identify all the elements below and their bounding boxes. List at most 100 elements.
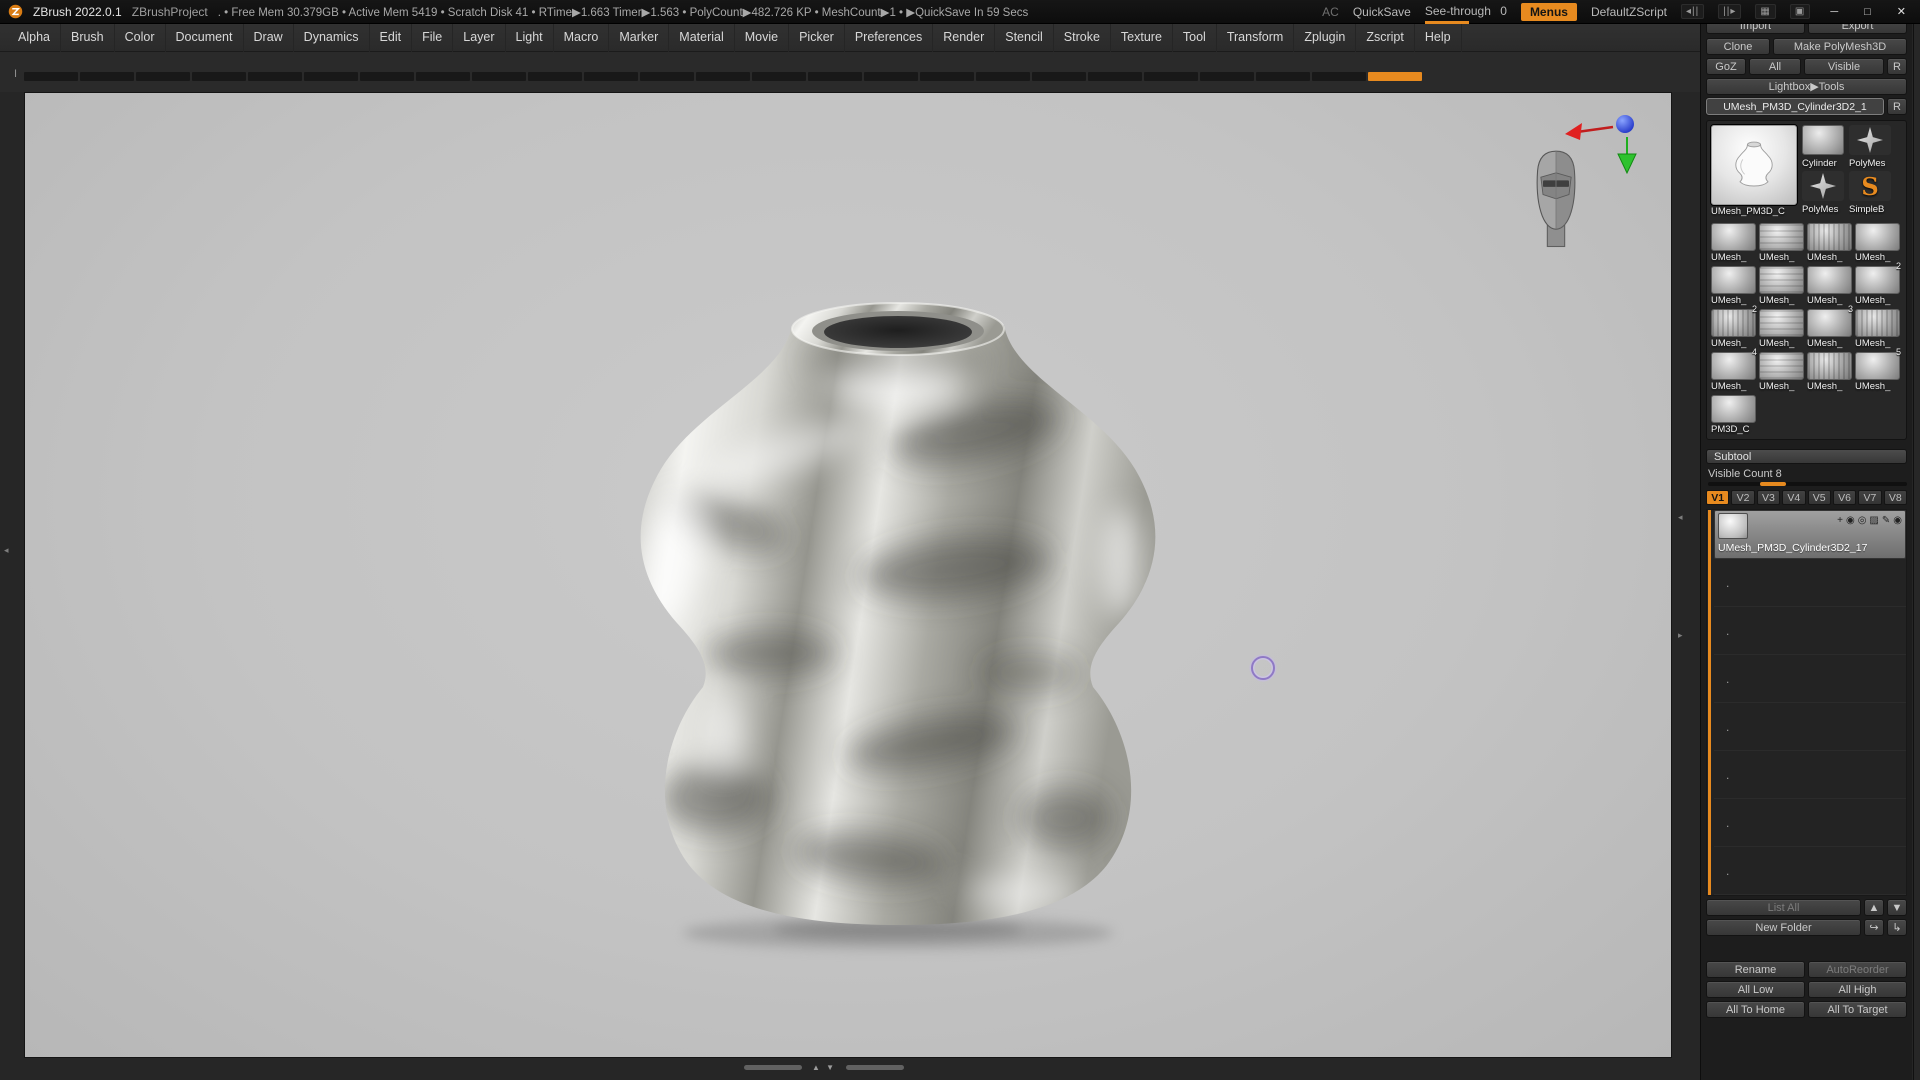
tab-segment[interactable] [1144,72,1198,81]
scrollbar-right-handle[interactable] [846,1065,905,1070]
subtool-empty-slot[interactable]: . [1714,655,1906,703]
subtool-move-down-button[interactable]: ▼ [1887,899,1907,916]
goz-all-button[interactable]: All [1749,58,1801,75]
visibility-eye-icon[interactable]: ◎ [1858,515,1867,527]
menu-item-zplugin[interactable]: Zplugin [1294,24,1357,52]
see-through-slider[interactable]: See-through 0 [1424,4,1507,24]
menu-item-render[interactable]: Render [933,24,996,52]
eye-icon[interactable]: ◉ [1893,515,1902,527]
tab-segment[interactable] [920,72,974,81]
current-tool-r-button[interactable]: R [1887,98,1907,115]
minimize-button[interactable]: ─ [1824,5,1844,19]
menu-item-movie[interactable]: Movie [735,24,790,52]
tool-thumbnail[interactable]: 5 UMesh_ [1855,347,1901,392]
canvas-3d-viewport[interactable] [24,92,1672,1058]
folder-move-into-icon[interactable]: ↳ [1887,919,1907,936]
tool-thumbnail[interactable]: UMesh_ [1807,223,1852,263]
goz-r-button[interactable]: R [1887,58,1907,75]
tab-segment[interactable] [1032,72,1086,81]
rename-button[interactable]: Rename [1706,961,1805,978]
subtool-tab-v5[interactable]: V5 [1807,490,1831,505]
clone-button[interactable]: Clone [1706,38,1770,55]
tab-segment[interactable] [976,72,1030,81]
subtool-empty-slot[interactable]: . [1714,607,1906,655]
subtool-empty-slot[interactable]: . [1714,751,1906,799]
maximize-button[interactable]: □ [1858,5,1877,19]
all-to-target-button[interactable]: All To Target [1808,1001,1907,1018]
tab-segment[interactable] [640,72,694,81]
menu-item-tool[interactable]: Tool [1173,24,1217,52]
menu-item-color[interactable]: Color [115,24,166,52]
menu-item-draw[interactable]: Draw [244,24,294,52]
tab-segment[interactable] [1256,72,1310,81]
all-low-button[interactable]: All Low [1706,981,1805,998]
current-tool-name[interactable]: UMesh_PM3D_Cylinder3D2_1 [1706,98,1884,115]
menu-item-help[interactable]: Help [1415,24,1462,52]
canvas-scroll-right-lower-icon[interactable]: ▸ [1678,630,1683,641]
all-to-home-button[interactable]: All To Home [1706,1001,1805,1018]
all-high-button[interactable]: All High [1808,981,1907,998]
visible-count-track[interactable] [1708,482,1907,486]
y-axis-cone[interactable] [1617,153,1637,175]
menu-item-dynamics[interactable]: Dynamics [294,24,370,52]
canvas-scroll-left-icon[interactable]: ◂ [4,545,9,556]
tab-segment[interactable] [304,72,358,81]
menu-item-transform[interactable]: Transform [1217,24,1295,52]
export-button[interactable]: Export [1808,24,1907,34]
goz-visible-button[interactable]: Visible [1804,58,1884,75]
tool-thumbnail-cylinder[interactable] [1802,125,1844,155]
goz-button[interactable]: GoZ [1706,58,1746,75]
subtool-tab-v3[interactable]: V3 [1756,490,1781,505]
folder-action-icon[interactable]: ↪ [1864,919,1884,936]
tool-thumbnail[interactable]: UMesh_ [1759,352,1804,392]
tab-segment[interactable] [752,72,806,81]
subtool-empty-slot[interactable]: . [1714,559,1906,607]
tab-segment[interactable] [696,72,750,81]
camera-head-widget[interactable] [1530,149,1582,253]
close-button[interactable]: ✕ [1891,4,1912,19]
tool-thumbnail-sbrush[interactable]: S [1849,171,1891,201]
subtool-tab-v2[interactable]: V2 [1731,490,1755,505]
menu-item-stencil[interactable]: Stencil [995,24,1054,52]
menu-item-light[interactable]: Light [506,24,554,52]
tool-thumbnail[interactable]: UMesh_ [1855,309,1900,349]
menu-item-zscript[interactable]: Zscript [1356,24,1415,52]
menu-item-stroke[interactable]: Stroke [1054,24,1111,52]
tab-segment[interactable] [472,72,526,81]
menu-item-brush[interactable]: Brush [61,24,115,52]
tool-thumbnail[interactable]: UMesh_ [1759,309,1804,349]
subtool-tab-v4[interactable]: V4 [1782,490,1806,505]
tab-segment[interactable] [808,72,862,81]
visible-count-slider[interactable]: Visible Count 8 [1706,468,1907,486]
menu-item-material[interactable]: Material [669,24,735,52]
subtool-item-selected[interactable]: + ◉ ◎ ▨ ✎ ◉ UMesh_PM3D_Cylinder3D2_17 [1714,510,1906,559]
tool-thumbnail[interactable]: PM3D_C [1711,395,1756,435]
subtool-move-up-button[interactable]: ▲ [1864,899,1884,916]
subtool-tab-v6[interactable]: V6 [1832,490,1857,505]
tool-thumbnail[interactable]: 2 UMesh_ [1711,304,1757,349]
subtool-empty-slot[interactable]: . [1714,703,1906,751]
tab-segment[interactable] [1312,72,1366,81]
tool-thumbnail[interactable]: 4 UMesh_ [1711,347,1757,392]
default-zscript-button[interactable]: DefaultZScript [1591,5,1667,19]
autoreorder-button[interactable]: AutoReorder [1808,961,1907,978]
menu-item-alpha[interactable]: Alpha [8,24,61,52]
menu-item-layer[interactable]: Layer [453,24,506,52]
import-button[interactable]: Import [1706,24,1805,34]
tool-thumbnail[interactable]: UMesh_ [1759,223,1804,263]
z-axis-sphere[interactable] [1616,115,1634,133]
scroll-up-icon[interactable]: ▲ [812,1063,822,1072]
subtool-tab-v8[interactable]: V8 [1883,490,1907,505]
tab-segment-active[interactable] [1368,72,1422,81]
screen-grid-icon[interactable]: ▦ [1755,4,1776,19]
tab-segment[interactable] [360,72,414,81]
tab-segment[interactable] [416,72,470,81]
tab-segment[interactable] [864,72,918,81]
tool-thumbnail-star[interactable] [1849,125,1891,155]
sculpt-pen-icon[interactable]: ✎ [1882,515,1890,527]
menus-toggle-button[interactable]: Menus [1520,2,1577,21]
tab-segment[interactable] [24,72,78,81]
tab-segment[interactable] [248,72,302,81]
canvas-scroll-right-upper-icon[interactable]: ◂ [1678,512,1683,523]
quicksave-button[interactable]: QuickSave [1353,5,1411,19]
